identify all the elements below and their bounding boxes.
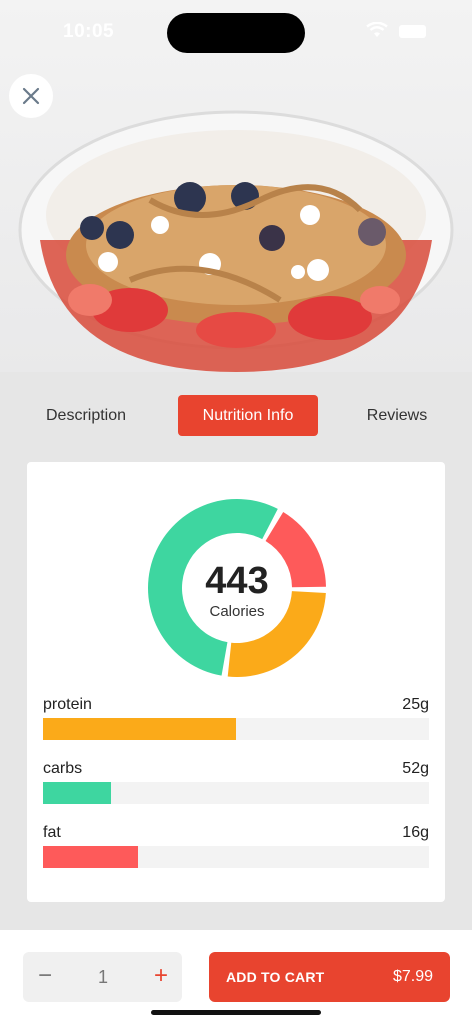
- add-to-cart-label: ADD TO CART: [226, 969, 325, 985]
- macro-bar-track: [43, 782, 429, 804]
- bottom-bar: − 1 + ADD TO CART $7.99: [0, 930, 472, 1024]
- close-button[interactable]: [9, 74, 53, 118]
- macro-bar-fill-carbs: [43, 782, 111, 804]
- tab-description[interactable]: Description: [30, 395, 142, 436]
- quantity-stepper: − 1 +: [23, 952, 182, 1002]
- macro-amount: 16g: [402, 824, 429, 841]
- battery-icon: [399, 25, 426, 38]
- macro-name: protein: [43, 696, 92, 713]
- macro-bar-track: [43, 718, 429, 740]
- macro-bar-fill-fat: [43, 846, 138, 868]
- wifi-icon: [366, 22, 388, 37]
- add-to-cart-button[interactable]: ADD TO CART $7.99: [209, 952, 450, 1002]
- tab-reviews[interactable]: Reviews: [352, 395, 442, 436]
- price-label: $7.99: [392, 968, 433, 985]
- decrease-quantity-button[interactable]: −: [33, 952, 57, 1002]
- dynamic-island: [167, 13, 305, 53]
- nutrition-card: 443 Calories protein 25g carbs 52g fat 1…: [27, 462, 445, 902]
- macro-bar-fill-protein: [43, 718, 236, 740]
- macro-amount: 25g: [402, 696, 429, 713]
- tab-bar: Description Nutrition Info Reviews: [0, 372, 472, 458]
- status-bar: 10:05: [0, 0, 472, 64]
- macro-bar-track: [43, 846, 429, 868]
- home-indicator: [151, 1010, 321, 1015]
- status-time: 10:05: [63, 21, 115, 42]
- calories-label: Calories: [209, 603, 265, 620]
- tab-nutrition-info[interactable]: Nutrition Info: [178, 395, 318, 436]
- calories-value: 443: [205, 560, 269, 602]
- macro-name: fat: [43, 824, 61, 841]
- macro-name: carbs: [43, 760, 83, 777]
- product-image: 10:05: [0, 0, 472, 372]
- macro-amount: 52g: [402, 760, 429, 777]
- increase-quantity-button[interactable]: +: [149, 952, 173, 1002]
- close-icon: [22, 87, 40, 105]
- quantity-value: 1: [97, 967, 108, 987]
